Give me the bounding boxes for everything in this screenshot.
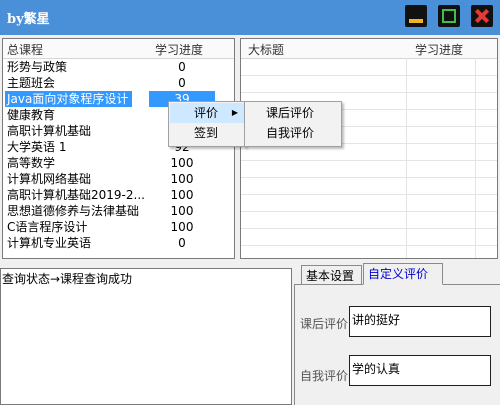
column-header-progress[interactable]: 学习进度 [415,41,463,58]
tab-custom-evaluation[interactable]: 自定义评价 [363,263,443,285]
menu-item-self-evaluation[interactable]: 自我评价 [246,123,340,143]
grid-line [241,160,497,161]
table-row[interactable]: 计算机网络基础 100 [3,171,234,187]
context-menu: 评价 ▶ 签到 [168,101,246,147]
course-name: 大学英语 1 [7,140,67,154]
course-name: 计算机专业英语 [7,236,92,250]
minimize-button[interactable] [405,5,427,27]
tab-panel-custom-evaluation: 课后评价 讲的挺好 自我评价 学的认真 [294,284,500,405]
table-row[interactable]: 计算机专业英语 0 [3,235,234,251]
menu-item-sign-in[interactable]: 签到 [170,123,244,143]
grid-line [241,228,497,229]
tab-basic-settings[interactable]: 基本设置 [301,265,362,285]
column-header-course[interactable]: 总课程 [7,41,43,58]
grid-line [241,92,497,93]
course-name: Java面向对象程序设计 [5,91,133,107]
course-progress: 100 [170,220,194,234]
column-header-progress[interactable]: 学习进度 [155,41,203,58]
grid-line [241,177,497,178]
course-name: 高等数学 [7,156,56,170]
topic-list[interactable]: 大标题 学习进度 [240,38,498,259]
title-bar: by繁星 [0,0,500,35]
course-name: 高职计算机基础2019-2... [7,188,145,202]
status-text: 查询状态→课程查询成功 [2,272,133,286]
topic-list-header: 大标题 学习进度 [241,39,497,59]
table-row[interactable]: 思想道德修养与法律基础 100 [3,203,234,219]
triangle-right-icon: ▶ [231,108,238,117]
window-title: by繁星 [7,12,50,27]
course-list[interactable]: 总课程 学习进度 形势与政策 0 主题班会 0 Java面向对象程序设计 39 健康教育 高职… [2,38,235,259]
table-row[interactable]: 主题班会 0 [3,75,234,91]
course-name: 思想道德修养与法律基础 [7,204,140,218]
close-button[interactable] [471,5,493,27]
course-progress: 100 [170,204,194,218]
grid-line [241,194,497,195]
after-class-evaluation-input[interactable]: 讲的挺好 [349,306,491,337]
course-progress: 0 [178,76,186,90]
self-evaluation-label: 自我评价 [300,369,349,383]
maximize-button[interactable] [438,5,460,27]
course-list-header: 总课程 学习进度 [3,39,234,59]
context-submenu: 课后评价 自我评价 [244,101,342,147]
course-name: 主题班会 [7,76,56,90]
column-header-title[interactable]: 大标题 [248,41,284,58]
grid-line [241,211,497,212]
course-progress: 100 [170,156,194,170]
course-name: C语言程序设计 [7,220,88,234]
course-name: 健康教育 [7,108,56,122]
course-progress: 100 [170,172,194,186]
status-box[interactable]: 查询状态→课程查询成功 [0,268,292,405]
grid-line [241,245,497,246]
course-progress: 0 [178,236,186,250]
table-row[interactable]: C语言程序设计 100 [3,219,234,235]
table-row[interactable]: 形势与政策 0 [3,59,234,75]
table-row[interactable]: 高等数学 100 [3,155,234,171]
maximize-icon [442,9,456,23]
course-progress: 0 [178,60,186,74]
course-name: 形势与政策 [7,60,68,74]
grid-line [241,75,497,76]
course-name: 高职计算机基础 [7,124,92,138]
course-name: 计算机网络基础 [7,172,92,186]
self-evaluation-input[interactable]: 学的认真 [349,355,491,386]
table-row[interactable]: 高职计算机基础2019-2... 100 [3,187,234,203]
course-progress: 100 [170,188,194,202]
menu-item-after-class-evaluation[interactable]: 课后评价 [246,103,340,123]
menu-item-evaluate[interactable]: 评价 ▶ [170,103,244,123]
after-class-evaluation-label: 课后评价 [300,317,349,331]
minimize-icon [409,19,423,23]
